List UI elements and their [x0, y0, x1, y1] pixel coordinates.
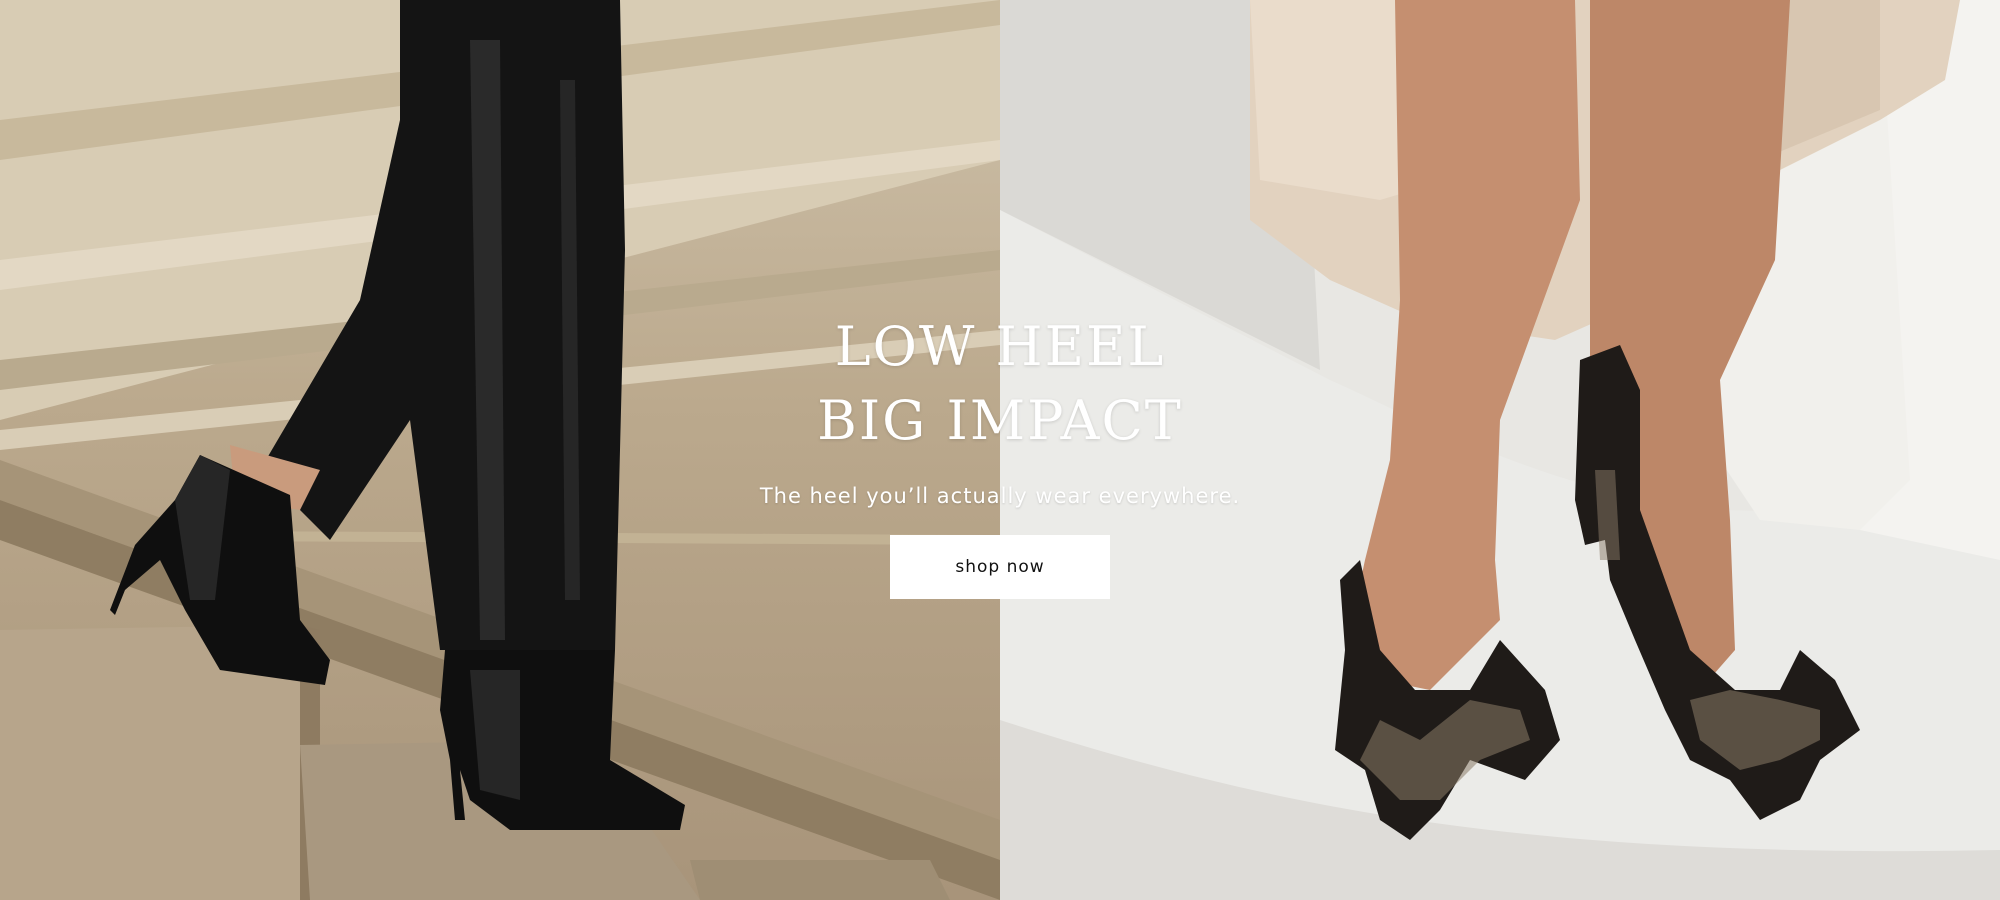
shop-now-button[interactable]: shop now	[890, 535, 1110, 599]
headline-line-2: BIG IMPACT	[817, 389, 1183, 452]
hero-subheadline: The heel you’ll actually wear everywhere…	[759, 484, 1241, 508]
hero-copy: LOW HEEL BIG IMPACT The heel you’ll actu…	[0, 310, 2000, 599]
hero-headline: LOW HEEL BIG IMPACT	[0, 310, 2000, 458]
headline-line-1: LOW HEEL	[834, 315, 1166, 378]
hero-banner: LOW HEEL BIG IMPACT The heel you’ll actu…	[0, 0, 2000, 900]
